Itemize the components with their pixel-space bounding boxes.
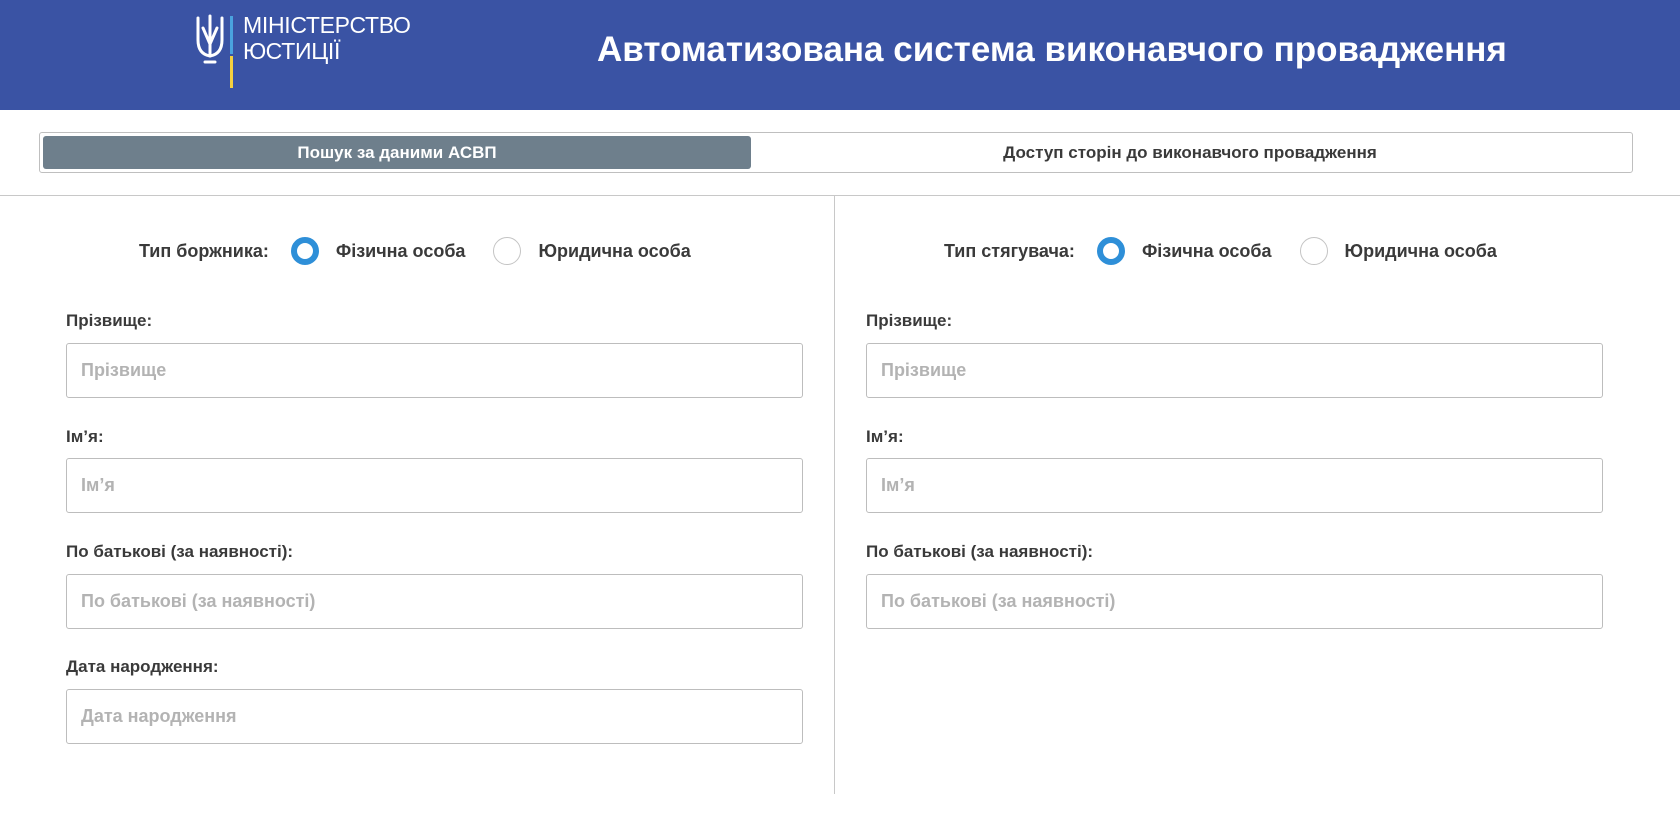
debtor-surname-label: Прізвище: — [66, 311, 153, 330]
radio-unchecked-icon[interactable] — [1299, 237, 1328, 265]
tab-search-asvp[interactable]: Пошук за даними АСВП — [43, 136, 751, 169]
divider-vertical — [834, 195, 835, 794]
debtor-type-label: Тип боржника: — [139, 240, 269, 261]
radio-label: Фізична особа — [335, 240, 466, 261]
debtor-type-group: Тип боржника: Фізична особа Юридична осо… — [139, 236, 719, 266]
logo-line-1: МІНІСТЕРСТВО — [243, 12, 411, 38]
creditor-name-input[interactable] — [866, 458, 1603, 513]
radio-checked-icon[interactable] — [290, 237, 319, 265]
debtor-name-input[interactable] — [66, 458, 803, 513]
creditor-type-legal-radio[interactable]: Юридична особа — [1299, 237, 1497, 265]
creditor-patronymic-input[interactable] — [866, 574, 1603, 629]
debtor-type-individual-radio[interactable]: Фізична особа — [290, 237, 466, 265]
debtor-surname-input[interactable] — [66, 343, 803, 398]
app-title: Автоматизована система виконавчого прова… — [597, 30, 1507, 69]
divider-horizontal — [0, 195, 1680, 196]
logo-text: МІНІСТЕРСТВО ЮСТИЦІЇ — [243, 12, 411, 64]
creditor-surname-label: Прізвище: — [866, 311, 953, 330]
tab-bar: Пошук за даними АСВП Доступ сторін до ви… — [39, 132, 1633, 173]
creditor-type-group: Тип стягувача: Фізична особа Юридична ос… — [944, 236, 1525, 266]
tab-party-access[interactable]: Доступ сторін до виконавчого провадження — [751, 136, 1629, 169]
logo-line-2: ЮСТИЦІЇ — [243, 38, 341, 64]
debtor-type-legal-radio[interactable]: Юридична особа — [493, 237, 691, 265]
creditor-patronymic-label: По батькові (за наявності): — [866, 542, 1094, 561]
debtor-patronymic-input[interactable] — [66, 574, 803, 629]
debtor-birthdate-input[interactable] — [66, 689, 803, 744]
debtor-name-label: Ім’я: — [66, 427, 104, 446]
creditor-name-label: Ім’я: — [866, 427, 904, 446]
debtor-birthdate-label: Дата народження: — [66, 657, 219, 676]
header-bar: МІНІСТЕРСТВО ЮСТИЦІЇ Автоматизована сист… — [0, 0, 1680, 110]
radio-checked-icon[interactable] — [1096, 237, 1125, 265]
ministry-logo[interactable]: МІНІСТЕРСТВО ЮСТИЦІЇ — [193, 12, 423, 88]
creditor-type-individual-radio[interactable]: Фізична особа — [1096, 237, 1272, 265]
radio-label: Юридична особа — [538, 240, 691, 261]
trident-icon — [196, 14, 233, 88]
creditor-type-label: Тип стягувача: — [944, 240, 1075, 261]
radio-label: Фізична особа — [1141, 240, 1272, 261]
radio-unchecked-icon[interactable] — [493, 237, 522, 265]
creditor-surname-input[interactable] — [866, 343, 1603, 398]
radio-label: Юридична особа — [1344, 240, 1497, 261]
debtor-patronymic-label: По батькові (за наявності): — [66, 542, 294, 561]
